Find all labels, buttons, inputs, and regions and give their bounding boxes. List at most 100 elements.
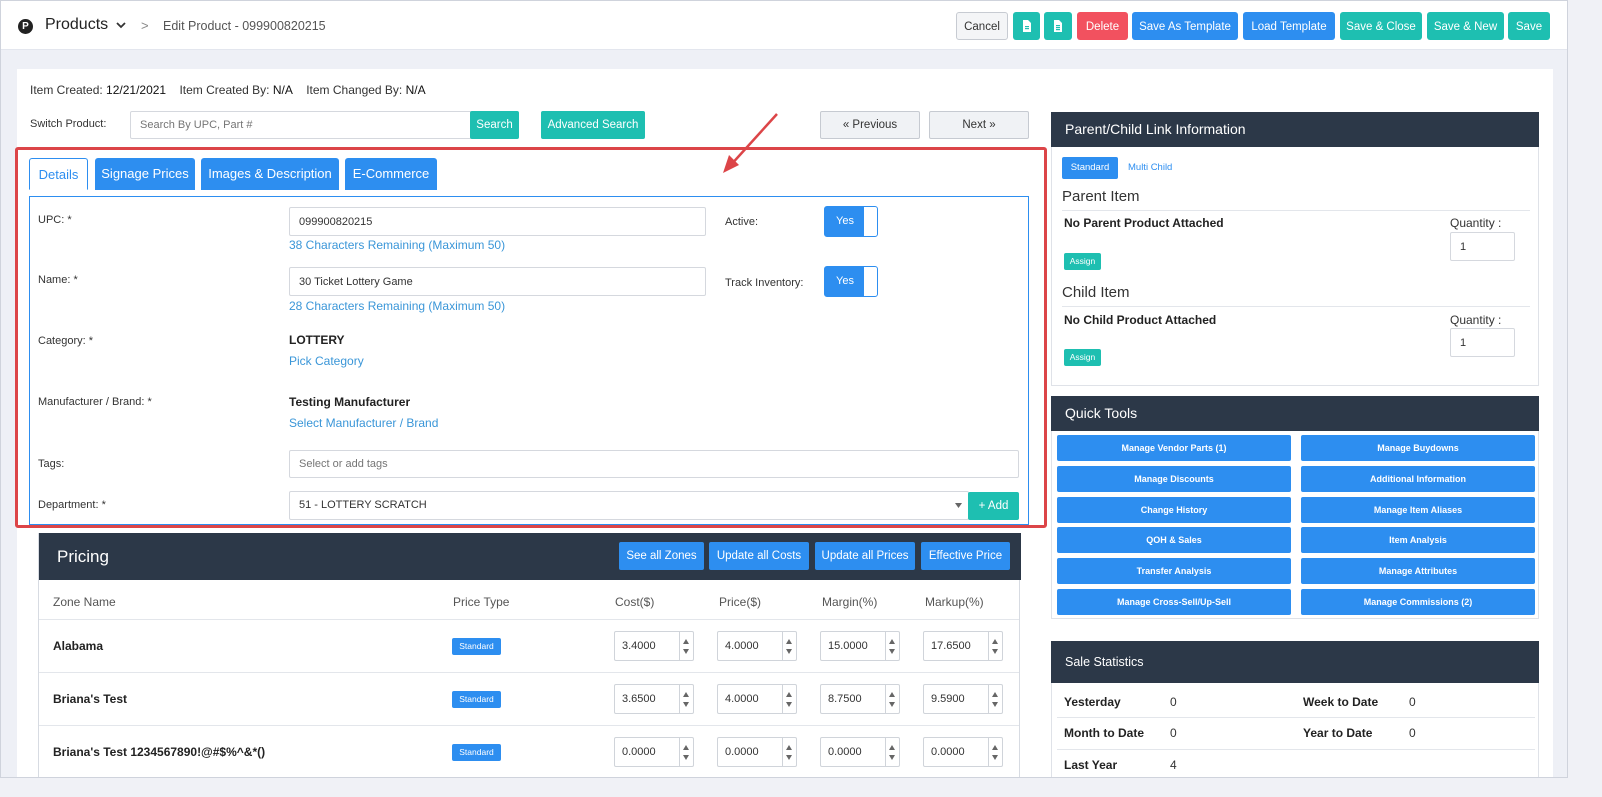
- transfer-analysis-button[interactable]: Transfer Analysis: [1057, 558, 1291, 584]
- created-by-label: Item Created By:: [179, 83, 270, 97]
- divider: [1062, 306, 1530, 307]
- price-type-badge: Standard: [452, 744, 501, 761]
- breadcrumb-separator: >: [141, 18, 149, 33]
- save-button[interactable]: Save: [1508, 12, 1550, 40]
- last-year-value: 4: [1170, 758, 1177, 772]
- manage-discounts-button[interactable]: Manage Discounts: [1057, 466, 1291, 492]
- spinner[interactable]: [679, 685, 693, 713]
- price-value: 0.0000: [725, 746, 759, 758]
- app-logo-icon: P: [18, 19, 33, 34]
- spinner[interactable]: [679, 632, 693, 660]
- spinner[interactable]: [885, 632, 899, 660]
- cost-stepper[interactable]: 3.6500: [614, 684, 694, 714]
- year-to-date-label: Year to Date: [1303, 726, 1373, 740]
- tab-details[interactable]: Details: [29, 158, 88, 190]
- spinner[interactable]: [988, 685, 1002, 713]
- col-cost: Cost($): [615, 595, 655, 609]
- cost-stepper[interactable]: 0.0000: [614, 737, 694, 767]
- cost-stepper[interactable]: 3.4000: [614, 631, 694, 661]
- cost-value: 3.6500: [622, 693, 656, 705]
- margin-stepper[interactable]: 8.7500: [820, 684, 900, 714]
- markup-value: 9.5900: [931, 693, 965, 705]
- parent-quantity-input[interactable]: [1450, 232, 1515, 261]
- save-new-button[interactable]: Save & New: [1427, 12, 1504, 40]
- child-quantity-input[interactable]: [1450, 328, 1515, 357]
- year-to-date-value: 0: [1409, 726, 1416, 740]
- col-price: Price($): [719, 595, 762, 609]
- spinner[interactable]: [885, 685, 899, 713]
- spinner[interactable]: [988, 632, 1002, 660]
- multi-child-link[interactable]: Multi Child: [1128, 162, 1172, 173]
- additional-information-button[interactable]: Additional Information: [1301, 466, 1535, 492]
- change-history-button[interactable]: Change History: [1057, 497, 1291, 523]
- zone-name: Briana's Test 1234567890!@#$%^&*(): [53, 745, 266, 759]
- cost-value: 3.4000: [622, 640, 656, 652]
- margin-stepper[interactable]: 0.0000: [820, 737, 900, 767]
- effective-price-button[interactable]: Effective Price: [921, 542, 1010, 570]
- previous-button[interactable]: « Previous: [820, 111, 920, 139]
- top-bar: P Products > Edit Product - 099900820215…: [1, 1, 1567, 50]
- price-stepper[interactable]: 4.0000: [717, 631, 797, 661]
- export-doc-button[interactable]: [1044, 12, 1072, 40]
- item-analysis-button[interactable]: Item Analysis: [1301, 527, 1535, 553]
- export-pdf-button[interactable]: [1013, 12, 1040, 40]
- delete-button[interactable]: Delete: [1077, 12, 1128, 40]
- pricing-header: Pricing See all Zones Update all Costs U…: [39, 533, 1021, 580]
- spinner[interactable]: [679, 738, 693, 766]
- price-stepper[interactable]: 4.0000: [717, 684, 797, 714]
- quick-tools-panel: Manage Vendor Parts (1) Manage Buydowns …: [1051, 431, 1539, 619]
- app-window: P Products > Edit Product - 099900820215…: [0, 0, 1568, 778]
- parent-item-heading: Parent Item: [1062, 188, 1140, 205]
- col-markup: Markup(%): [925, 595, 984, 609]
- margin-stepper[interactable]: 15.0000: [820, 631, 900, 661]
- cancel-button[interactable]: Cancel: [956, 12, 1008, 40]
- markup-stepper[interactable]: 0.0000: [923, 737, 1003, 767]
- assign-parent-button[interactable]: Assign: [1064, 253, 1101, 270]
- spinner[interactable]: [988, 738, 1002, 766]
- markup-value: 17.6500: [931, 640, 971, 652]
- manage-cross-sell-button[interactable]: Manage Cross-Sell/Up-Sell: [1057, 589, 1291, 615]
- save-close-button[interactable]: Save & Close: [1340, 12, 1422, 40]
- see-all-zones-button[interactable]: See all Zones: [619, 542, 704, 570]
- advanced-search-button[interactable]: Advanced Search: [541, 111, 645, 139]
- cost-value: 0.0000: [622, 746, 656, 758]
- search-button[interactable]: Search: [470, 111, 519, 139]
- switch-product-label: Switch Product:: [30, 118, 107, 130]
- manage-commissions-button[interactable]: Manage Commissions (2): [1301, 589, 1535, 615]
- divider: [1057, 717, 1535, 718]
- divider: [1062, 210, 1530, 211]
- parent-quantity-label: Quantity :: [1450, 216, 1502, 230]
- markup-stepper[interactable]: 9.5900: [923, 684, 1003, 714]
- qoh-sales-button[interactable]: QOH & Sales: [1057, 527, 1291, 553]
- markup-stepper[interactable]: 17.6500: [923, 631, 1003, 661]
- save-as-template-button[interactable]: Save As Template: [1132, 12, 1238, 40]
- price-stepper[interactable]: 0.0000: [717, 737, 797, 767]
- spinner[interactable]: [782, 738, 796, 766]
- yesterday-label: Yesterday: [1064, 695, 1121, 709]
- standard-button[interactable]: Standard: [1062, 157, 1118, 179]
- next-button[interactable]: Next »: [929, 111, 1029, 139]
- switch-product-input[interactable]: [130, 111, 472, 139]
- manage-buydowns-button[interactable]: Manage Buydowns: [1301, 435, 1535, 461]
- load-template-button[interactable]: Load Template: [1243, 12, 1335, 40]
- assign-child-button[interactable]: Assign: [1064, 349, 1101, 366]
- spinner[interactable]: [885, 738, 899, 766]
- file-icon: [1022, 20, 1031, 32]
- month-to-date-value: 0: [1170, 726, 1177, 740]
- update-all-costs-button[interactable]: Update all Costs: [709, 542, 809, 570]
- price-type-badge: Standard: [452, 691, 501, 708]
- spinner[interactable]: [782, 632, 796, 660]
- spinner[interactable]: [782, 685, 796, 713]
- col-margin: Margin(%): [822, 595, 878, 609]
- chevron-down-icon[interactable]: [114, 18, 128, 32]
- app-title[interactable]: Products: [45, 16, 108, 34]
- manage-item-aliases-button[interactable]: Manage Item Aliases: [1301, 497, 1535, 523]
- parent-child-panel: Standard Multi Child Parent Item No Pare…: [1051, 147, 1539, 386]
- divider: [1057, 749, 1535, 750]
- update-all-prices-button[interactable]: Update all Prices: [815, 542, 915, 570]
- created-label: Item Created:: [30, 83, 103, 97]
- manage-attributes-button[interactable]: Manage Attributes: [1301, 558, 1535, 584]
- manage-vendor-parts-button[interactable]: Manage Vendor Parts (1): [1057, 435, 1291, 461]
- last-year-label: Last Year: [1064, 758, 1118, 772]
- month-to-date-label: Month to Date: [1064, 726, 1144, 740]
